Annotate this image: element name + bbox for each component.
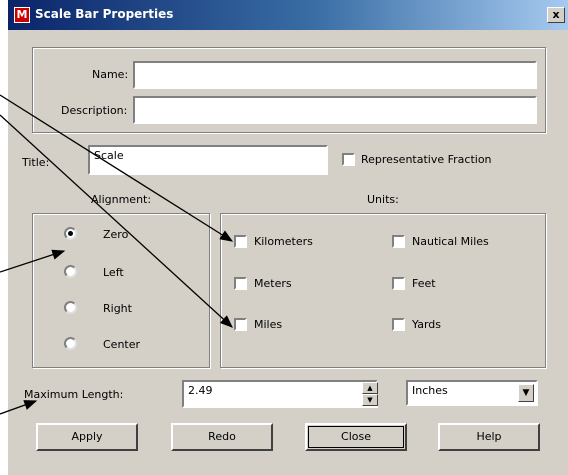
kilometers-checkbox[interactable] — [234, 235, 247, 248]
miles-label: Miles — [254, 318, 283, 331]
spin-up-icon[interactable]: ▲ — [362, 382, 378, 394]
feet-label: Feet — [412, 277, 436, 290]
nautical-miles-checkbox[interactable] — [392, 235, 405, 248]
apply-button[interactable]: Apply — [36, 423, 138, 451]
maximum-length-label: Maximum Length: — [24, 388, 124, 401]
alignment-zero-label: Zero — [103, 228, 129, 241]
representative-fraction-checkbox[interactable] — [342, 153, 355, 166]
app-icon: M — [14, 7, 30, 23]
description-input[interactable] — [133, 96, 537, 124]
nautical-miles-label: Nautical Miles — [412, 235, 489, 248]
length-unit-select[interactable]: Inches ▼ — [406, 380, 538, 406]
redo-button[interactable]: Redo — [171, 423, 273, 451]
help-button[interactable]: Help — [438, 423, 540, 451]
meters-checkbox[interactable] — [234, 277, 247, 290]
length-unit-value: Inches — [412, 384, 448, 397]
alignment-right-label: Right — [103, 302, 132, 315]
alignment-left-radio[interactable] — [64, 265, 77, 278]
spin-down-icon[interactable]: ▼ — [362, 394, 378, 406]
alignment-zero-radio[interactable] — [64, 227, 77, 240]
alignment-left-label: Left — [103, 266, 124, 279]
close-window-button[interactable]: x — [547, 7, 565, 23]
yards-label: Yards — [412, 318, 441, 331]
chevron-down-icon[interactable]: ▼ — [518, 384, 534, 402]
alignment-center-label: Center — [103, 338, 141, 351]
alignment-right-radio[interactable] — [64, 301, 77, 314]
maximum-length-input[interactable]: 2.49 — [182, 380, 378, 408]
miles-checkbox[interactable] — [234, 318, 247, 331]
units-heading: Units: — [367, 193, 399, 206]
scale-bar-properties-dialog: M Scale Bar Properties x Name: Descripti… — [8, 0, 568, 475]
name-label: Name: — [92, 68, 129, 81]
name-input[interactable] — [133, 61, 537, 89]
yards-checkbox[interactable] — [392, 318, 405, 331]
maximum-length-spinner[interactable]: ▲ ▼ — [362, 382, 378, 406]
alignment-heading: Alignment: — [91, 193, 152, 206]
kilometers-label: Kilometers — [254, 235, 313, 248]
title-bar[interactable]: M Scale Bar Properties x — [8, 0, 568, 30]
meters-label: Meters — [254, 277, 292, 290]
representative-fraction-label: Representative Fraction — [361, 153, 492, 166]
title-input[interactable]: Scale — [88, 145, 328, 175]
feet-checkbox[interactable] — [392, 277, 405, 290]
description-label: Description: — [61, 104, 128, 117]
title-label: Title: — [22, 156, 50, 169]
window-title: Scale Bar Properties — [35, 7, 174, 21]
alignment-center-radio[interactable] — [64, 337, 77, 350]
close-button[interactable]: Close — [305, 423, 407, 451]
